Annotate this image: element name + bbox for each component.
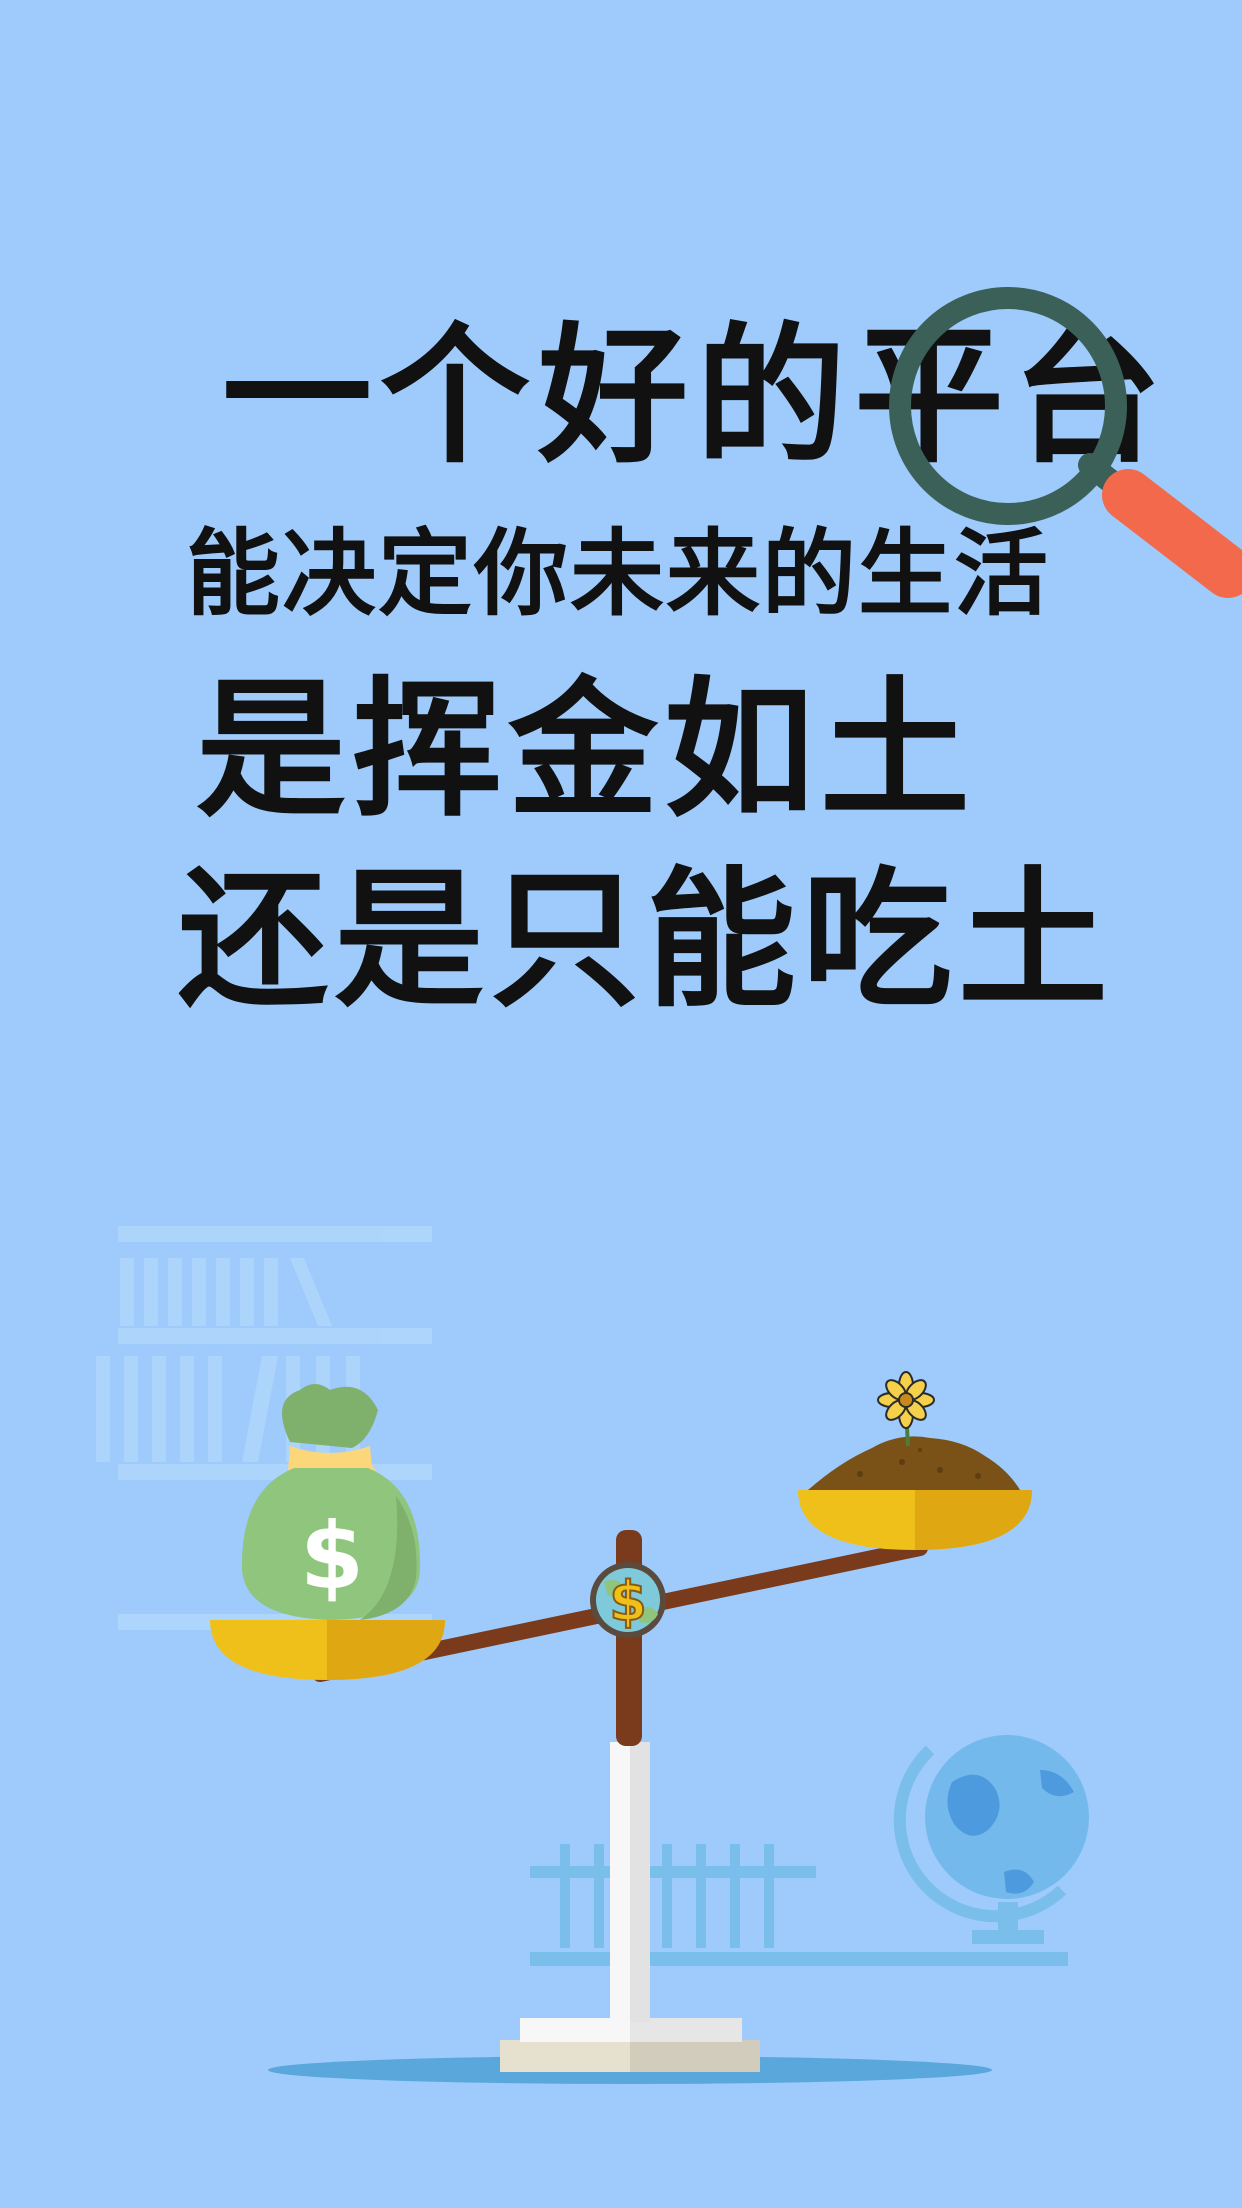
money-bag-icon: $ — [241, 1384, 421, 1620]
headline-line-2: 能决定你未来的生活 — [186, 520, 1051, 629]
coin-symbol: $ — [609, 1570, 647, 1633]
flower-icon — [877, 1371, 935, 1447]
globe-icon — [893, 1735, 1089, 1944]
test-tube-rack-icon — [530, 1844, 1068, 1966]
headline-line-4: 还是只能吃土 — [178, 854, 1115, 1028]
bookshelf-icon — [96, 1226, 432, 1630]
headline-line-1: 一个好的平台 — [222, 310, 1171, 484]
headline-line-3: 是挥金如土 — [196, 664, 977, 838]
dollar-coin-icon: $ — [590, 1562, 666, 1638]
soil-pile-icon — [808, 1436, 1020, 1490]
money-bag-symbol: $ — [300, 1503, 364, 1610]
